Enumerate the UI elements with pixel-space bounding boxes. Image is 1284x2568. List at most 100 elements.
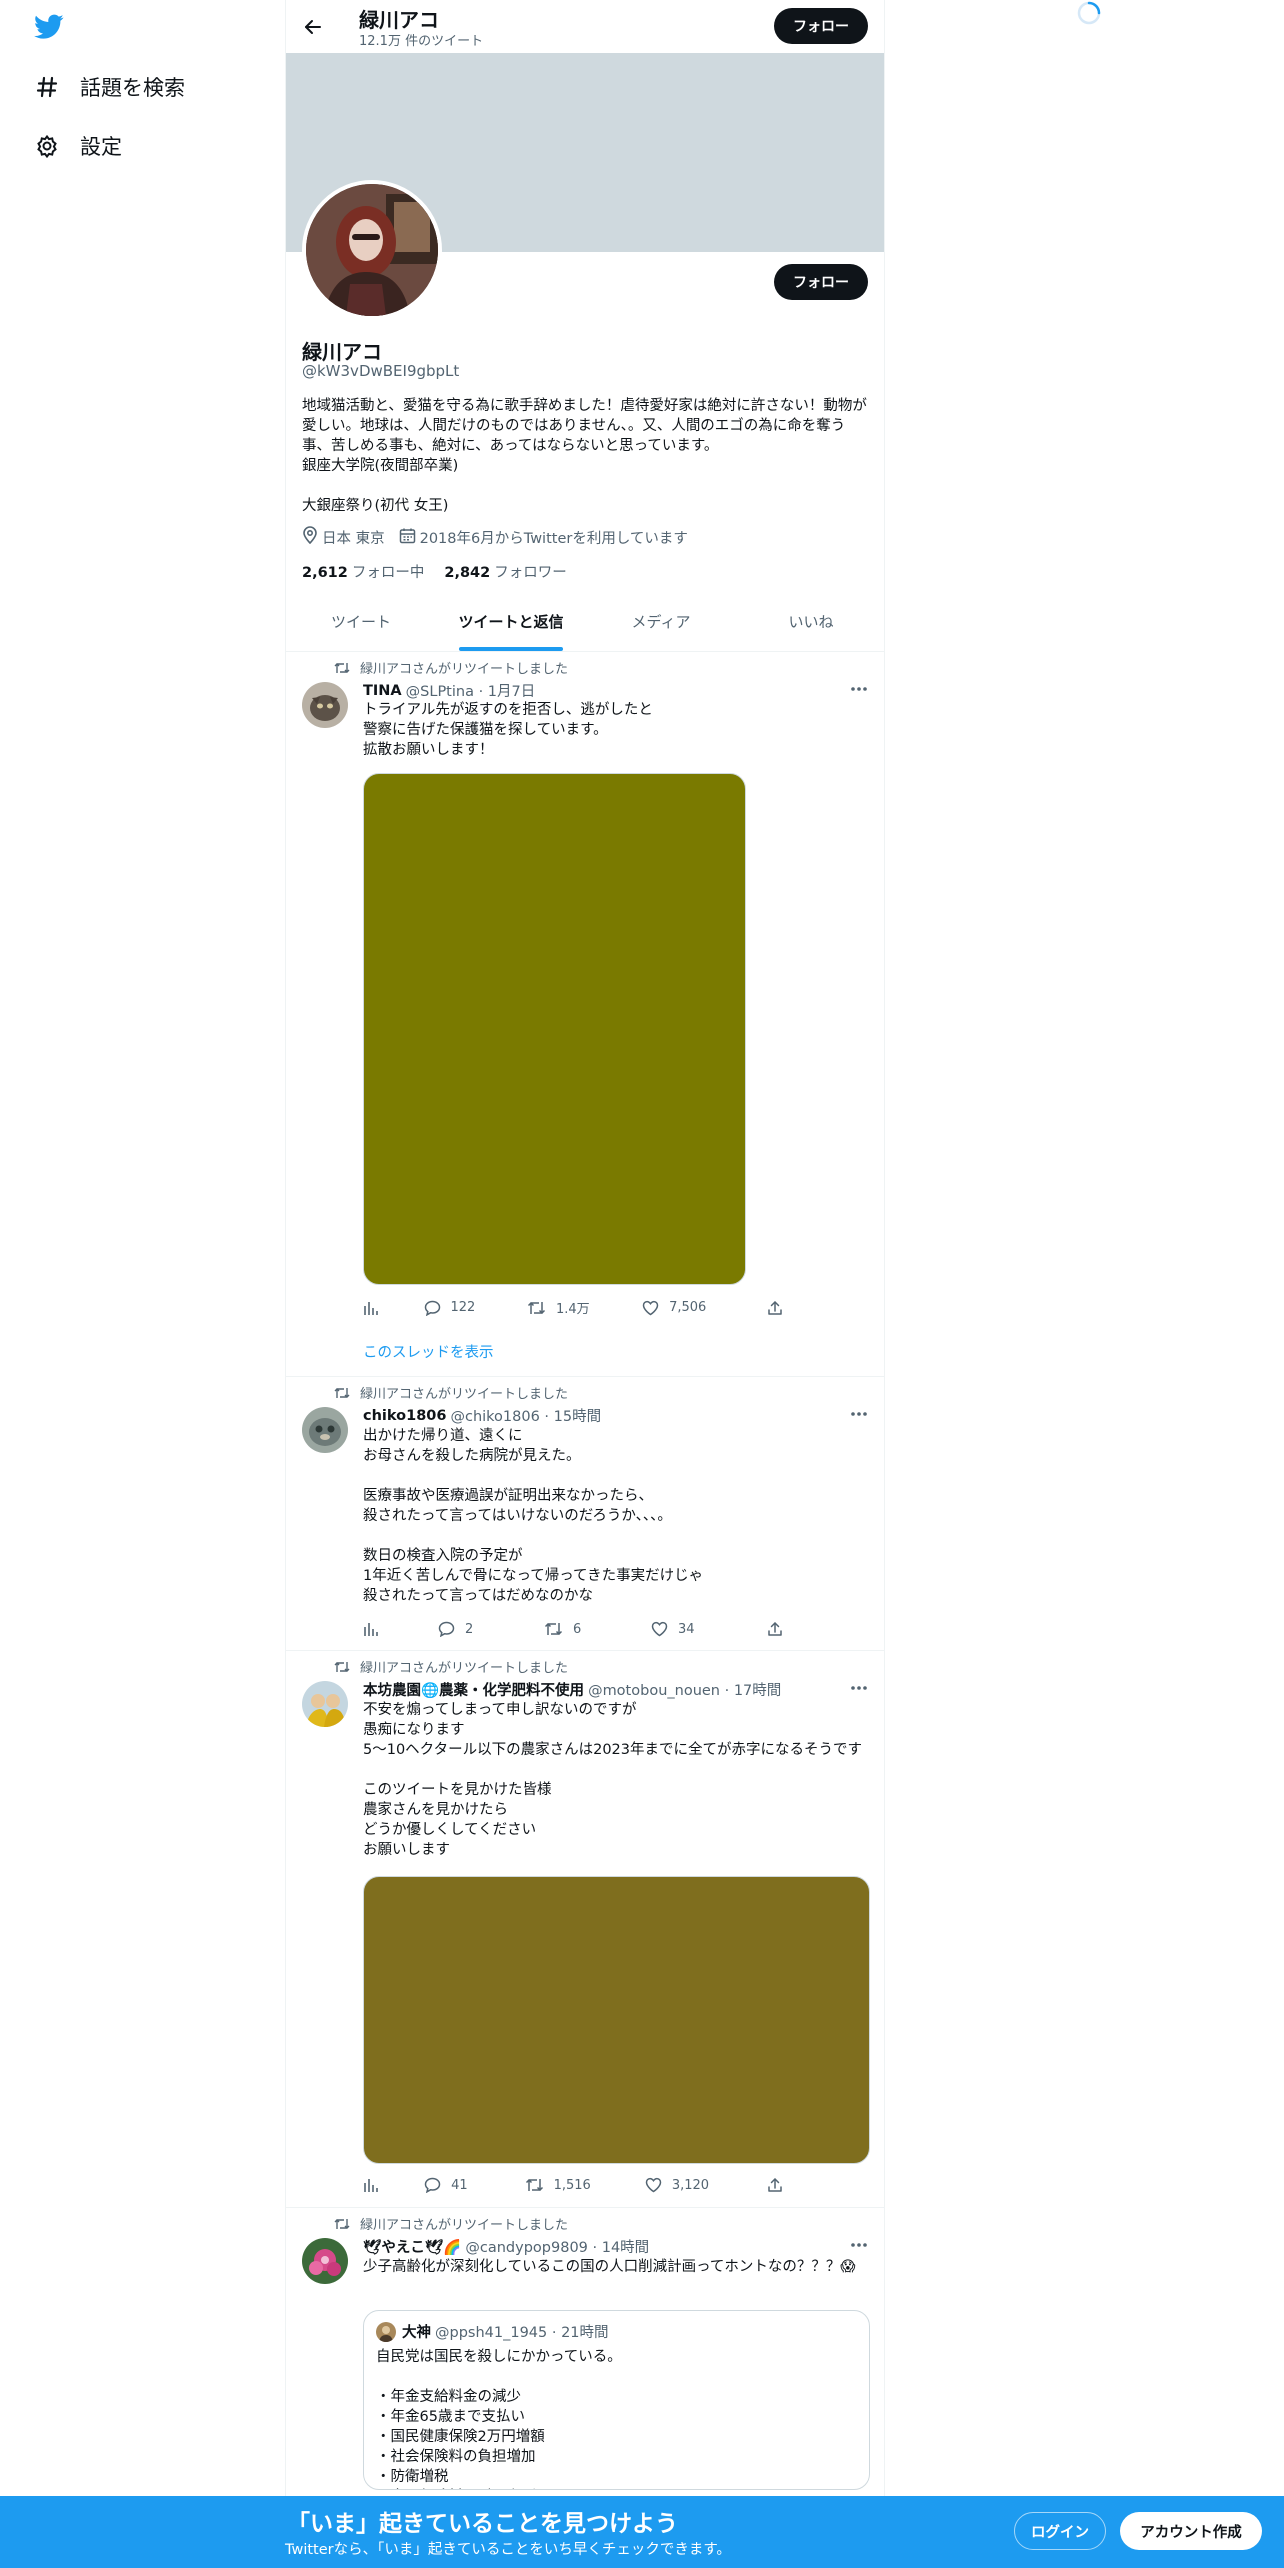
reply-count: 122	[450, 1300, 476, 1315]
tweet[interactable]: 緑川アコさんがリツイートしました chiko1806 @chiko1806 · …	[286, 1377, 884, 1651]
followers-link[interactable]: 2,842 フォロワー	[444, 561, 566, 582]
tweet-handle-time[interactable]: @chiko1806 · 15時間	[450, 1405, 601, 1426]
avatar[interactable]	[302, 1407, 348, 1453]
retweet-button[interactable]: 1,516	[525, 2177, 645, 2193]
reply-count: 2	[465, 1621, 474, 1637]
retweet-small-icon	[334, 2218, 350, 2229]
header-profile-name: 緑川アコ	[359, 8, 439, 32]
following-count: 2,612	[302, 565, 348, 581]
tweet-header: 本坊農園🌐農薬・化学肥料不使用 @motobou_nouen · 17時間	[363, 1679, 781, 1700]
retweet-context: 緑川アコさんがリツイートしました	[334, 1657, 568, 1676]
retweet-context: 緑川アコさんがリツイートしました	[334, 658, 568, 677]
like-button[interactable]: 34	[651, 1621, 767, 1637]
tweet-actions: 2 6 34	[363, 1621, 783, 1637]
twitter-bird-icon[interactable]	[34, 14, 64, 40]
hashtag-icon	[34, 74, 60, 100]
quoted-tweet[interactable]: 大神 @ppsh41_1945 · 21時間 自民党は国民を殺しにかかっている。…	[363, 2310, 870, 2490]
like-count: 3,120	[671, 2177, 710, 2193]
tweet-handle-time[interactable]: @motobou_nouen · 17時間	[588, 1679, 781, 1700]
tweet[interactable]: 緑川アコさんがリツイートしました TINA @SLPtina · 1月7日 トラ…	[286, 652, 884, 1377]
profile-tabs: ツイート ツイートと返信 メディア いいね	[286, 592, 884, 652]
signup-banner: 「いま」起きていることを見つけよう Twitterなら、「いま」起きていることを…	[0, 2496, 1284, 2568]
header-follow-button[interactable]: フォロー	[774, 8, 868, 44]
tab-tweets[interactable]: ツイート	[286, 592, 436, 651]
show-thread-link[interactable]: このスレッドを表示	[363, 1341, 494, 1362]
more-options-icon[interactable]	[848, 2236, 870, 2254]
retweet-context: 緑川アコさんがリツイートしました	[334, 2214, 568, 2233]
retweet-button[interactable]: 6	[544, 1621, 651, 1637]
like-count: 7,506	[669, 1300, 707, 1315]
more-options-icon[interactable]	[848, 1405, 870, 1423]
analytics-icon[interactable]	[363, 1621, 438, 1637]
retweet-context: 緑川アコさんがリツイートしました	[334, 1383, 568, 1402]
retweet-icon	[525, 2179, 543, 2191]
retweet-context-label: 緑川アコさんがリツイートしました	[360, 2218, 569, 2233]
back-arrow-icon[interactable]	[300, 14, 326, 40]
retweet-button[interactable]: 1.4万	[527, 1298, 642, 1317]
tweet[interactable]: 緑川アコさんがリツイートしました 本坊農園🌐農薬・化学肥料不使用 @motobo…	[286, 1651, 884, 2208]
profile-bio: 地域猫活動と、愛猫を守る為に歌手辞めました！虐待愛好家は絶対に許さない！動物が愛…	[302, 398, 867, 514]
reply-button[interactable]: 122	[424, 1300, 527, 1316]
nav-settings-label: 設定	[80, 135, 122, 159]
retweet-icon	[544, 1623, 563, 1635]
reply-button[interactable]: 41	[424, 2177, 525, 2193]
tweet-author-name[interactable]: chiko1806	[363, 1408, 446, 1424]
tweet-handle-time[interactable]: @SLPtina · 1月7日	[406, 680, 536, 701]
quoted-tweet-text: 自民党は国民を殺しにかかっている。 ・年金支給料金の減少 ・年金65歳まで支払い…	[376, 2349, 622, 2485]
quoted-author-name: 大神	[402, 2325, 431, 2341]
retweet-small-icon	[334, 1661, 350, 1672]
profile-follow-button[interactable]: フォロー	[774, 264, 868, 300]
tweet-media[interactable]	[363, 1876, 870, 2164]
tweet-text: 少子高齢化が深刻化しているこの国の人口削減計画ってホントなの？？？😱	[363, 2259, 856, 2275]
nav-explore[interactable]: 話題を検索	[34, 72, 185, 102]
profile-joined-text: 2018年6月からTwitterを利用しています	[419, 530, 688, 547]
tweet-actions: 41 1,516 3,120	[363, 2177, 783, 2193]
tweet-header: chiko1806 @chiko1806 · 15時間	[363, 1405, 601, 1426]
analytics-icon[interactable]	[363, 2177, 424, 2193]
profile-location-text: 日本 東京	[322, 530, 385, 547]
heart-icon	[642, 1300, 659, 1315]
tweet-author-name[interactable]: 🕊やえこ🕊🌈	[363, 2236, 461, 2257]
tweet-author-name[interactable]: 本坊農園🌐農薬・化学肥料不使用	[363, 1679, 584, 1700]
tweet-media[interactable]	[363, 773, 746, 1285]
share-icon[interactable]	[767, 2177, 783, 2193]
tab-media[interactable]: メディア	[586, 592, 736, 651]
following-link[interactable]: 2,612 フォロー中	[302, 561, 424, 582]
profile-header-bar: 緑川アコ 12.1万 件のツイート フォロー	[286, 0, 884, 53]
retweet-count: 1,516	[553, 2177, 591, 2193]
analytics-icon[interactable]	[363, 1300, 424, 1316]
tab-tweets-and-replies[interactable]: ツイートと返信	[436, 592, 586, 651]
loading-spinner-icon	[1077, 1, 1101, 25]
retweet-small-icon	[334, 662, 350, 673]
gear-icon	[34, 133, 60, 159]
tweet-header: 🕊やえこ🕊🌈 @candypop9809 · 14時間	[363, 2236, 649, 2257]
retweet-context-label: 緑川アコさんがリツイートしました	[360, 1661, 569, 1676]
tweet-text: トライアル先が返すのを拒否し、逃がしたと 警察に告げた保護猫を探しています。 拡…	[363, 702, 653, 758]
login-button[interactable]: ログイン	[1014, 2512, 1106, 2550]
tweet-handle-time[interactable]: @candypop9809 · 14時間	[465, 2236, 649, 2257]
reply-button[interactable]: 2	[438, 1621, 544, 1637]
signup-banner-title: 「いま」起きていることを見つけよう	[287, 2511, 678, 2537]
tweet-author-name[interactable]: TINA	[363, 683, 402, 699]
profile-avatar[interactable]	[302, 180, 442, 320]
profile-location: 日本 東京	[302, 526, 385, 548]
followers-count: 2,842	[444, 565, 491, 581]
create-account-button[interactable]: アカウント作成	[1120, 2512, 1262, 2550]
quoted-tweet-header: 大神 @ppsh41_1945 · 21時間	[376, 2321, 609, 2342]
retweet-small-icon	[334, 1387, 350, 1398]
nav-explore-label: 話題を検索	[80, 76, 185, 100]
share-icon[interactable]	[767, 1300, 783, 1316]
more-options-icon[interactable]	[848, 680, 870, 698]
avatar[interactable]	[302, 682, 348, 728]
avatar[interactable]	[302, 2238, 348, 2284]
nav-settings[interactable]: 設定	[34, 131, 122, 161]
share-icon[interactable]	[767, 1621, 783, 1637]
tab-likes[interactable]: いいね	[736, 592, 884, 651]
more-options-icon[interactable]	[848, 1679, 870, 1697]
like-button[interactable]: 7,506	[642, 1300, 767, 1316]
reply-icon	[438, 1621, 455, 1637]
avatar[interactable]	[302, 1681, 348, 1727]
tweet-text: 出かけた帰り道、遠くに お母さんを殺した病院が見えた。 医療事故や医療過誤が証明…	[363, 1428, 704, 1604]
tweet-header: TINA @SLPtina · 1月7日	[363, 680, 535, 701]
like-button[interactable]: 3,120	[645, 2177, 767, 2193]
